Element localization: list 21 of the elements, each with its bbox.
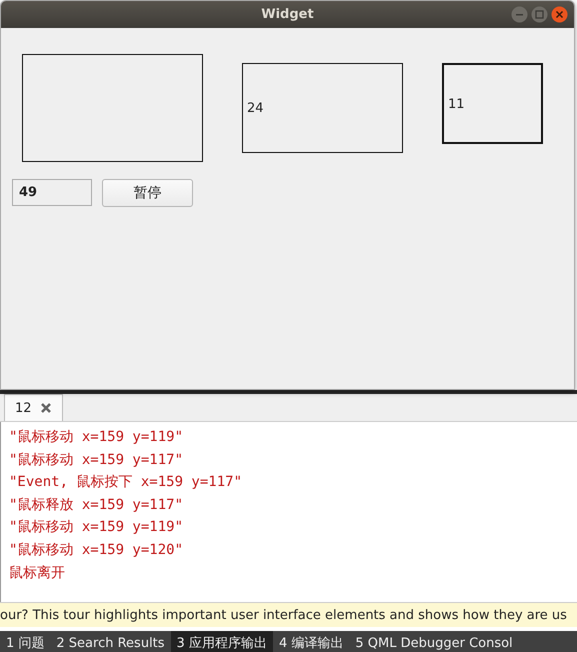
panel-tab[interactable]: 2 Search Results <box>50 631 171 652</box>
close-icon[interactable] <box>551 6 568 23</box>
output-tab[interactable]: 12 <box>4 394 63 421</box>
output-line: "鼠标释放 x=159 y=117" <box>9 496 184 515</box>
number-label: 11 <box>442 63 543 144</box>
panel-tab[interactable]: 3 应用程序输出 <box>170 631 273 652</box>
output-line: "Event, 鼠标按下 x=159 y=117" <box>9 473 244 492</box>
output-line: "鼠标移动 x=159 y=119" <box>9 518 184 538</box>
panel-tab[interactable]: 1 问题 <box>0 631 50 652</box>
panel-tab[interactable]: 4 编译输出 <box>272 631 350 652</box>
close-icon[interactable] <box>40 402 52 414</box>
window-title: Widget <box>261 7 314 22</box>
output-line: "鼠标移动 x=159 y=120" <box>9 540 184 560</box>
output-line: "鼠标移动 x=159 y=117" <box>9 450 184 470</box>
output-line: 鼠标离开 <box>9 564 66 583</box>
number-field[interactable]: 49 <box>12 179 92 206</box>
panel-tab[interactable]: 5 QML Debugger Consol <box>349 631 519 652</box>
info-bar: our? This tour highlights important user interface elements and shows how they are us <box>0 602 577 627</box>
output-line: "鼠标移动 x=159 y=119" <box>9 428 184 447</box>
pause-button[interactable]: 暂停 <box>102 179 193 207</box>
number-label: 24 <box>242 63 403 153</box>
